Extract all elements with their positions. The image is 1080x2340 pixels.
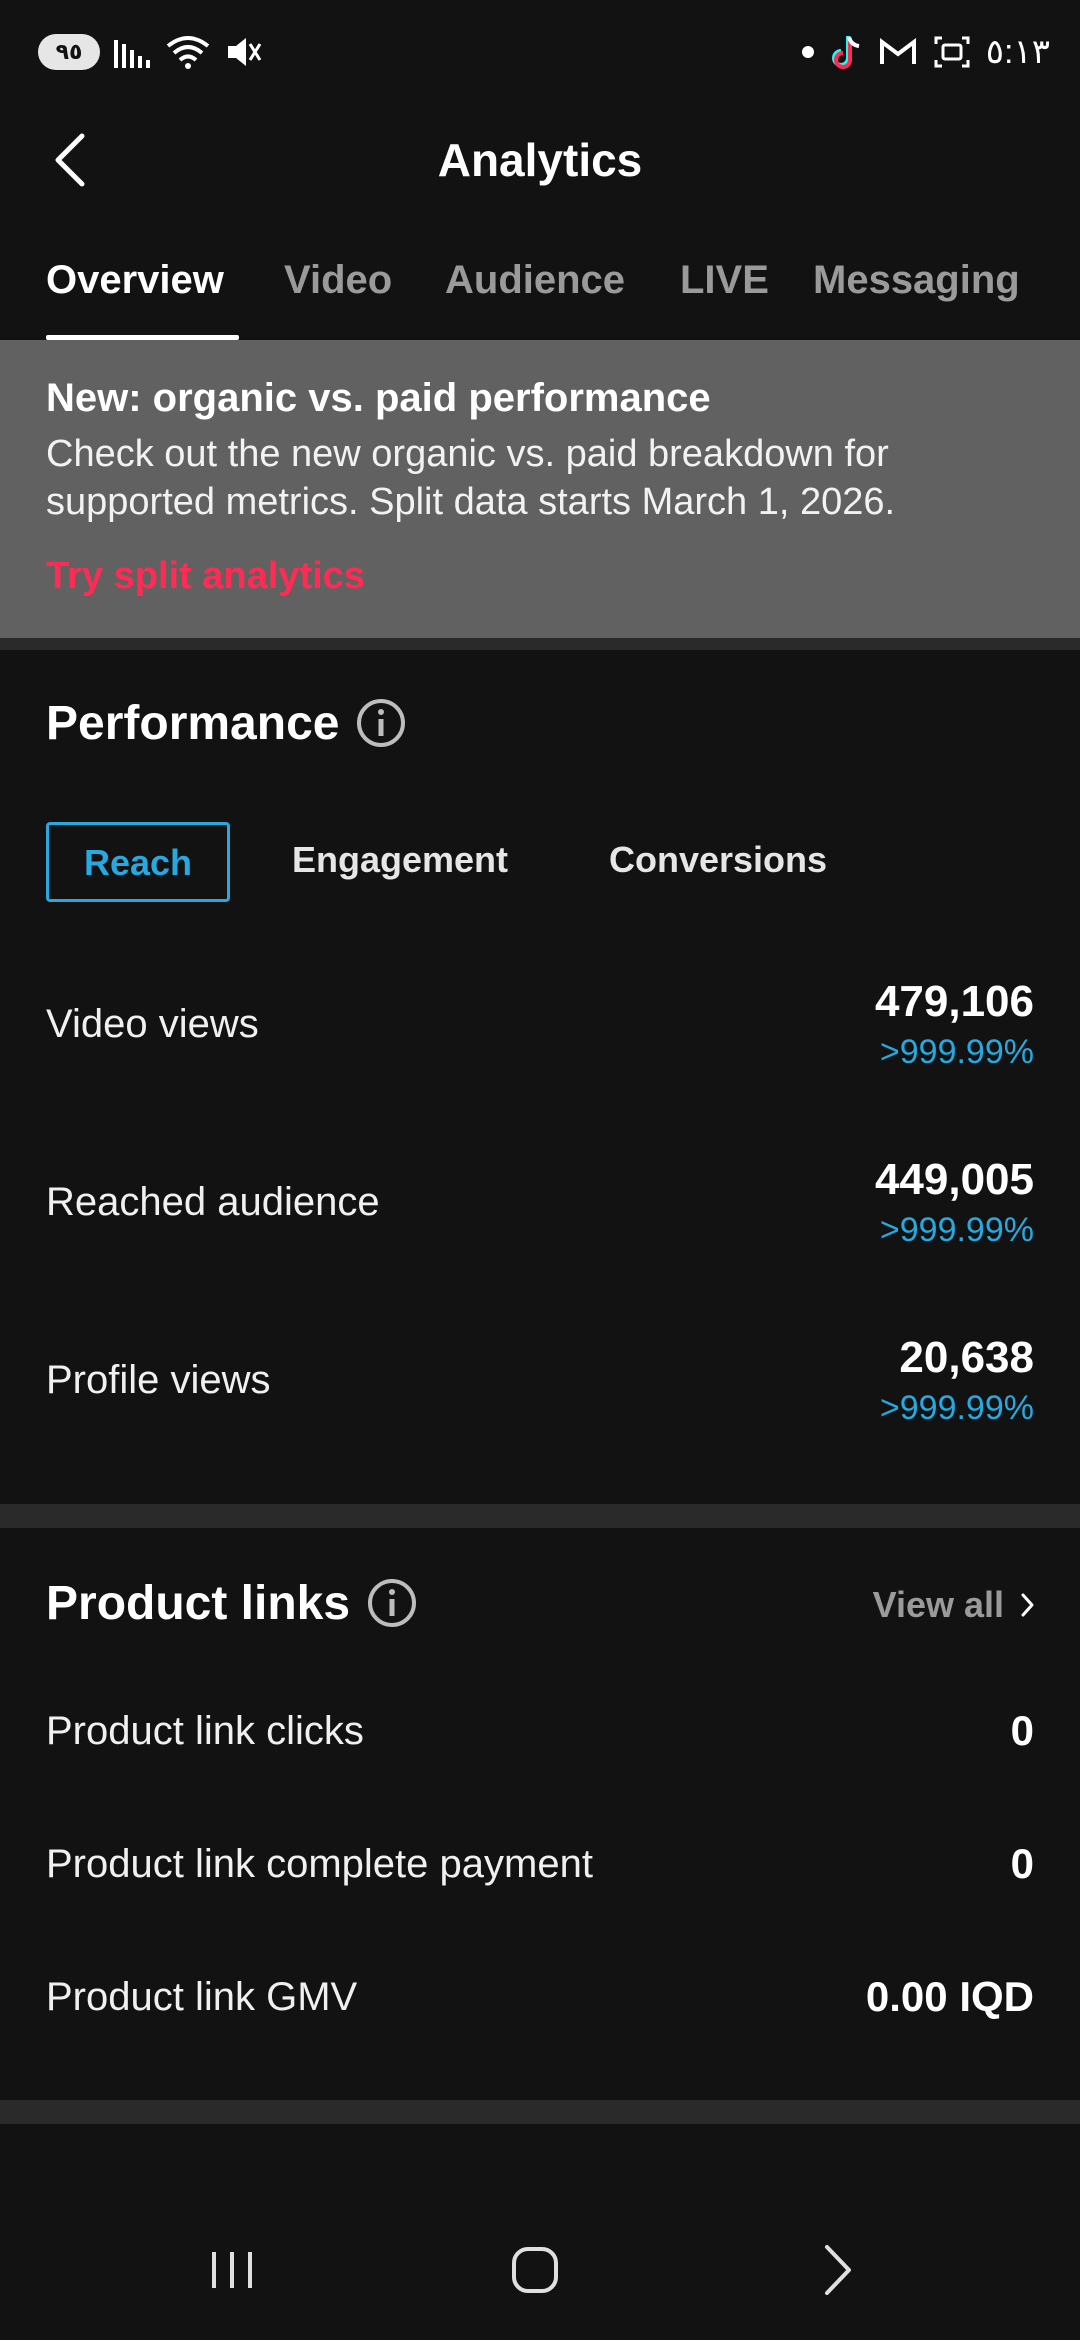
try-split-analytics-link[interactable]: Try split analytics bbox=[46, 552, 365, 600]
metric-row-video-views[interactable]: Video views 479,106 >999.99% bbox=[46, 964, 1034, 1084]
home-button[interactable] bbox=[475, 2220, 595, 2320]
status-right: ٥:١٣ bbox=[801, 30, 1050, 74]
analytics-screen: ٩٥ ٥:١٣ Analytics Overview Video Audienc… bbox=[0, 0, 1080, 2340]
metric-label: Profile views bbox=[46, 1358, 271, 1402]
product-links-heading: Product links bbox=[46, 1568, 418, 1638]
status-left: ٩٥ bbox=[38, 30, 264, 74]
segment-reach[interactable]: Reach bbox=[46, 822, 230, 902]
segment-engagement[interactable]: Engagement bbox=[270, 822, 530, 902]
metric-label: Reached audience bbox=[46, 1180, 380, 1224]
product-link-row-gmv: Product link GMV 0.00 IQD bbox=[46, 1952, 1034, 2042]
section-divider bbox=[0, 638, 1080, 650]
battery-indicator: ٩٥ bbox=[38, 34, 100, 70]
view-all-label: View all bbox=[872, 1584, 1004, 1625]
tab-label: Overview bbox=[46, 258, 224, 302]
tiktok-icon bbox=[831, 36, 860, 69]
product-link-row-payment: Product link complete payment 0 bbox=[46, 1819, 1034, 1909]
page-title: Analytics bbox=[437, 134, 643, 186]
system-nav-bar bbox=[0, 2200, 1080, 2340]
info-icon[interactable] bbox=[366, 1577, 418, 1629]
signal-icon bbox=[114, 40, 150, 68]
product-link-label: Product link GMV bbox=[46, 1975, 358, 2019]
metric-change: >999.99% bbox=[879, 1033, 1034, 1071]
view-all-button[interactable]: View all bbox=[873, 1570, 1036, 1640]
metric-value: 449,005 bbox=[874, 1155, 1034, 1204]
metric-change: >999.99% bbox=[879, 1211, 1034, 1249]
back-button[interactable] bbox=[40, 130, 100, 190]
split-analytics-banner: New: organic vs. paid performance Check … bbox=[0, 340, 1080, 638]
back-nav-button[interactable] bbox=[778, 2220, 898, 2320]
banner-title: New: organic vs. paid performance bbox=[46, 376, 711, 420]
recent-apps-icon bbox=[212, 2252, 252, 2288]
product-link-row-clicks: Product link clicks 0 bbox=[46, 1686, 1034, 1776]
analytics-tabs: Overview Video Audience LIVE Messaging bbox=[0, 240, 1080, 340]
metric-value: 479,106 bbox=[874, 977, 1034, 1026]
tab-overview[interactable]: Overview bbox=[46, 240, 239, 340]
chevron-right-icon bbox=[825, 2245, 851, 2295]
info-icon[interactable] bbox=[355, 697, 407, 749]
status-bar: ٩٥ ٥:١٣ bbox=[0, 0, 1080, 100]
tab-live[interactable]: LIVE bbox=[680, 240, 769, 340]
banner-text: Check out the new organic vs. paid break… bbox=[46, 433, 896, 523]
product-link-value: 0 bbox=[1010, 1840, 1034, 1887]
tab-audience[interactable]: Audience bbox=[445, 240, 625, 340]
product-links-title: Product links bbox=[46, 1576, 351, 1630]
chevron-left-icon bbox=[55, 133, 85, 187]
recent-apps-button[interactable] bbox=[172, 2220, 292, 2320]
metric-change: >999.99% bbox=[879, 1389, 1034, 1427]
metric-label: Video views bbox=[46, 1002, 259, 1046]
section-divider bbox=[0, 1504, 1080, 1528]
notification-dot-icon bbox=[801, 46, 814, 58]
header: Analytics bbox=[0, 110, 1080, 210]
tab-video[interactable]: Video bbox=[284, 240, 392, 340]
product-link-value: 0.00 IQD bbox=[865, 1973, 1034, 2020]
gmail-icon bbox=[879, 38, 916, 64]
metric-row-profile-views[interactable]: Profile views 20,638 >999.99% bbox=[46, 1320, 1034, 1440]
segment-conversions[interactable]: Conversions bbox=[590, 822, 846, 902]
performance-title: Performance bbox=[46, 696, 340, 750]
screenshot-icon bbox=[934, 36, 970, 68]
home-icon bbox=[512, 2247, 558, 2293]
wifi-icon bbox=[166, 36, 210, 69]
section-divider bbox=[0, 2100, 1080, 2124]
metric-row-reached-audience[interactable]: Reached audience 449,005 >999.99% bbox=[46, 1142, 1034, 1262]
product-link-label: Product link complete payment bbox=[46, 1842, 593, 1886]
tab-messaging[interactable]: Messaging bbox=[813, 240, 1020, 340]
metric-value: 20,638 bbox=[899, 1333, 1034, 1382]
performance-heading: Performance bbox=[46, 688, 407, 758]
product-link-value: 0 bbox=[1010, 1707, 1034, 1754]
product-link-label: Product link clicks bbox=[46, 1709, 364, 1753]
clock: ٥:١٣ bbox=[985, 33, 1050, 71]
mute-icon bbox=[228, 38, 262, 66]
chevron-right-icon bbox=[1021, 1593, 1034, 1617]
